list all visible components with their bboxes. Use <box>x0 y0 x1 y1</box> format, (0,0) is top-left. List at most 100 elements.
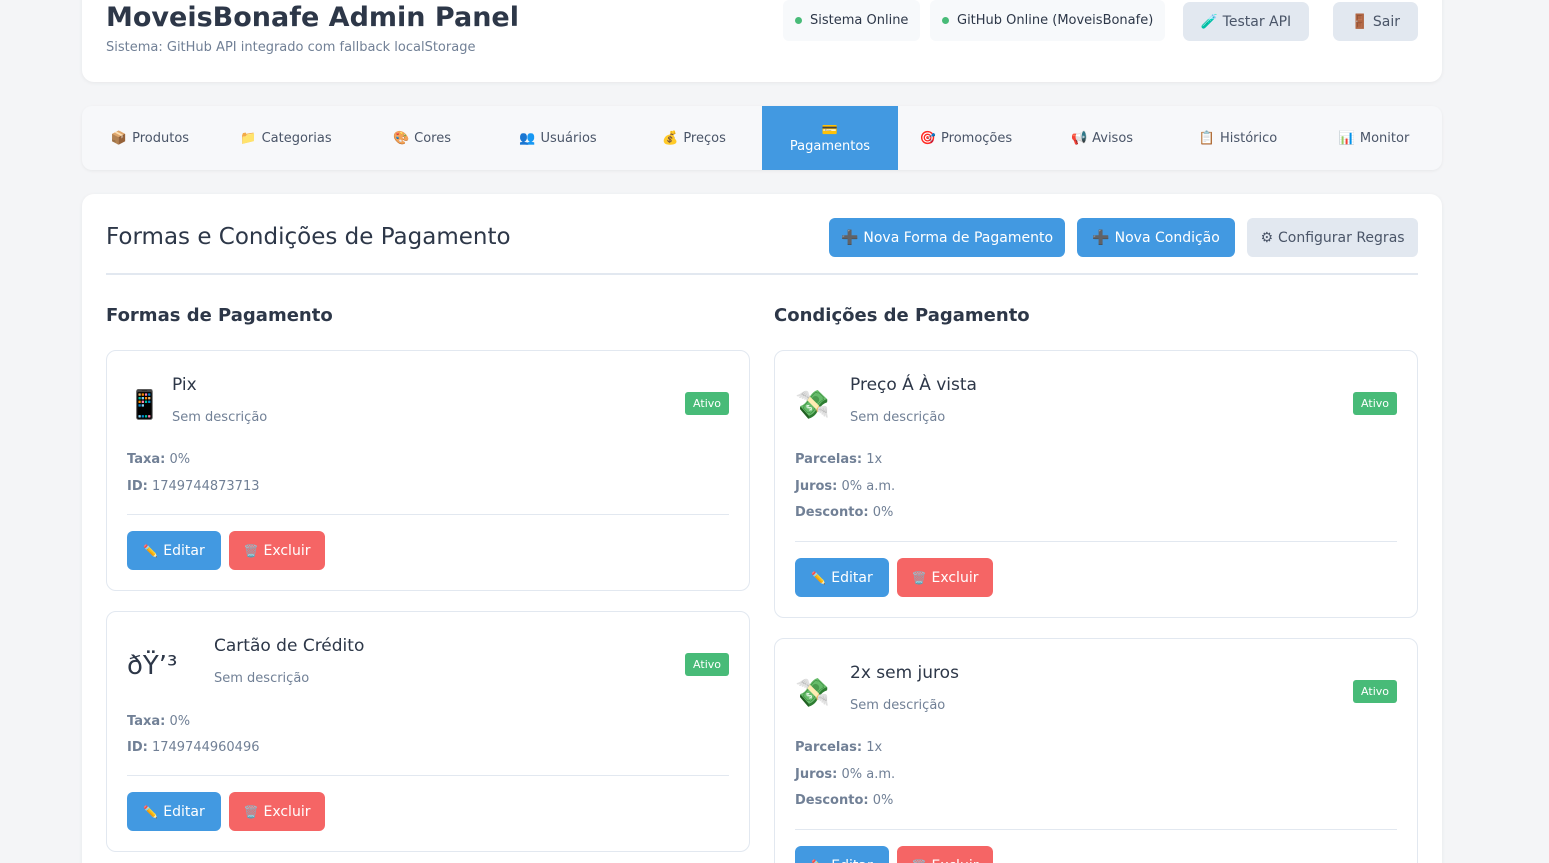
tab-monitor[interactable]: 📊 Monitor <box>1306 106 1442 170</box>
target-icon: 🎯 <box>919 130 937 146</box>
status-dot-icon <box>942 17 949 24</box>
package-icon: 📦 <box>110 130 128 146</box>
section-title: Formas e Condições de Pagamento <box>106 224 511 250</box>
conditions-heading: Condições de Pagamento <box>774 305 1030 326</box>
id-label: ID: <box>127 740 148 755</box>
page-title: MoveisBonafe Admin Panel <box>106 2 519 33</box>
money-bag-icon: 💰 <box>662 130 679 146</box>
juros-row: Juros: 0% a.m. <box>795 767 895 782</box>
tab-label: Usuários <box>540 130 597 146</box>
payment-condition-card: 💸 2x sem juros Sem descrição Ativo Parce… <box>774 638 1418 863</box>
condition-description: Sem descrição <box>850 410 946 425</box>
edit-button[interactable]: ✏️ Editar <box>795 558 889 597</box>
trash-icon: 🗑️ <box>911 570 927 585</box>
parcelas-row: Parcelas: 1x <box>795 740 882 755</box>
tab-label: Monitor <box>1359 130 1410 146</box>
mobile-phone-icon: 📱 <box>127 388 162 421</box>
card-divider <box>795 541 1397 542</box>
folder-icon: 📁 <box>240 130 257 146</box>
tab-label: Avisos <box>1092 130 1134 146</box>
tab-cores[interactable]: 🎨 Cores <box>354 106 490 170</box>
desconto-label: Desconto: <box>795 505 869 520</box>
id-value: 1749744960496 <box>151 740 260 755</box>
button-label: Excluir <box>263 542 311 559</box>
trash-icon: 🗑️ <box>243 804 259 819</box>
button-label: Configurar Regras <box>1278 229 1405 246</box>
delete-button[interactable]: 🗑️ Excluir <box>897 846 993 863</box>
taxa-row: Taxa: 0% <box>127 714 190 729</box>
system-status-badge: Sistema Online <box>783 0 921 41</box>
card-divider <box>127 514 729 515</box>
button-label: Excluir <box>931 569 979 586</box>
juros-label: Juros: <box>795 767 838 782</box>
megaphone-icon: 📢 <box>1070 130 1088 146</box>
delete-button[interactable]: 🗑️ Excluir <box>229 792 325 831</box>
tab-label: Cores <box>414 130 452 146</box>
plus-icon: ➕ <box>840 229 859 246</box>
test-api-button[interactable]: 🧪 Testar API <box>1183 2 1309 41</box>
tab-categorias[interactable]: 📁 Categorias <box>218 106 354 170</box>
status-dot-icon <box>795 17 802 24</box>
system-status-label: Sistema Online <box>810 13 909 28</box>
desconto-row: Desconto: 0% <box>795 793 893 808</box>
pencil-icon: ✏️ <box>811 859 826 863</box>
new-payment-method-button[interactable]: ➕ Nova Forma de Pagamento <box>829 218 1065 257</box>
tab-historico[interactable]: 📋 Histórico <box>1170 106 1306 170</box>
tab-label: Histórico <box>1219 130 1278 146</box>
card-divider <box>795 829 1397 830</box>
palette-icon: 🎨 <box>392 130 410 146</box>
method-name: Pix <box>172 375 197 395</box>
header: MoveisBonafe Admin Panel Sistema: GitHub… <box>82 0 1442 82</box>
status-badge: Ativo <box>1353 680 1397 703</box>
tab-label: Categorias <box>261 130 332 146</box>
juros-value: 0% a.m. <box>841 767 896 782</box>
tab-pagamentos[interactable]: 💳 Pagamentos <box>762 106 898 170</box>
money-with-wings-icon: 💸 <box>795 676 830 709</box>
tab-usuarios[interactable]: 👥 Usuários <box>490 106 626 170</box>
delete-button[interactable]: 🗑️ Excluir <box>897 558 993 597</box>
juros-label: Juros: <box>795 479 838 494</box>
pencil-icon: ✏️ <box>143 804 159 819</box>
parcelas-label: Parcelas: <box>795 452 863 467</box>
parcelas-value: 1x <box>866 740 883 755</box>
clipboard-icon: 📋 <box>1198 130 1215 146</box>
id-label: ID: <box>127 479 148 494</box>
condition-description: Sem descrição <box>850 698 946 713</box>
id-row: ID: 1749744960496 <box>127 740 260 755</box>
edit-button[interactable]: ✏️ Editar <box>127 792 221 831</box>
nav-tabs: 📦 Produtos 📁 Categorias 🎨 Cores 👥 Usuários 💰… <box>82 106 1442 170</box>
trash-icon: 🗑️ <box>912 859 927 863</box>
condition-name: Preço Á À vista <box>850 375 977 395</box>
new-condition-button[interactable]: ➕ Nova Condição <box>1077 218 1235 257</box>
edit-button[interactable]: ✏️ Editar <box>127 531 221 570</box>
tab-promocoes[interactable]: 🎯 Promoções <box>898 106 1034 170</box>
id-row: ID: 1749744873713 <box>127 479 260 494</box>
plus-icon: ➕ <box>1092 229 1110 246</box>
taxa-label: Taxa: <box>127 714 166 729</box>
tab-label: Pagamentos <box>789 138 871 154</box>
tab-precos[interactable]: 💰 Preços <box>626 106 762 170</box>
divider <box>106 273 1418 275</box>
button-label: Editar <box>831 569 873 586</box>
button-label: Excluir <box>263 803 311 820</box>
logout-button[interactable]: 🚪 Sair <box>1333 2 1418 41</box>
tab-produtos[interactable]: 📦 Produtos <box>82 106 218 170</box>
trash-icon: 🗑️ <box>243 543 259 558</box>
github-status-label: GitHub Online (MoveisBonafe) <box>957 13 1154 28</box>
bar-chart-icon: 📊 <box>1338 130 1355 146</box>
taxa-label: Taxa: <box>127 452 166 467</box>
taxa-value: 0% <box>169 452 191 467</box>
edit-button[interactable]: ✏️ Editar <box>795 846 889 863</box>
tab-avisos[interactable]: 📢 Avisos <box>1034 106 1170 170</box>
delete-button[interactable]: 🗑️ Excluir <box>229 531 325 570</box>
button-label: Excluir <box>931 858 978 863</box>
pencil-icon: ✏️ <box>143 543 159 558</box>
id-value: 1749744873713 <box>151 479 260 494</box>
users-icon: 👥 <box>519 130 536 146</box>
condition-name: 2x sem juros <box>850 663 959 683</box>
payment-condition-card: 💸 Preço Á À vista Sem descrição Ativo Pa… <box>774 350 1418 618</box>
configure-rules-button[interactable]: ⚙ Configurar Regras <box>1247 218 1418 257</box>
button-label: Editar <box>163 803 205 820</box>
payment-method-card: ðŸ’³ Cartão de Crédito Sem descrição Ati… <box>106 611 750 852</box>
payment-method-card: 📱 Pix Sem descrição Ativo Taxa: 0% ID: 1… <box>106 350 750 591</box>
